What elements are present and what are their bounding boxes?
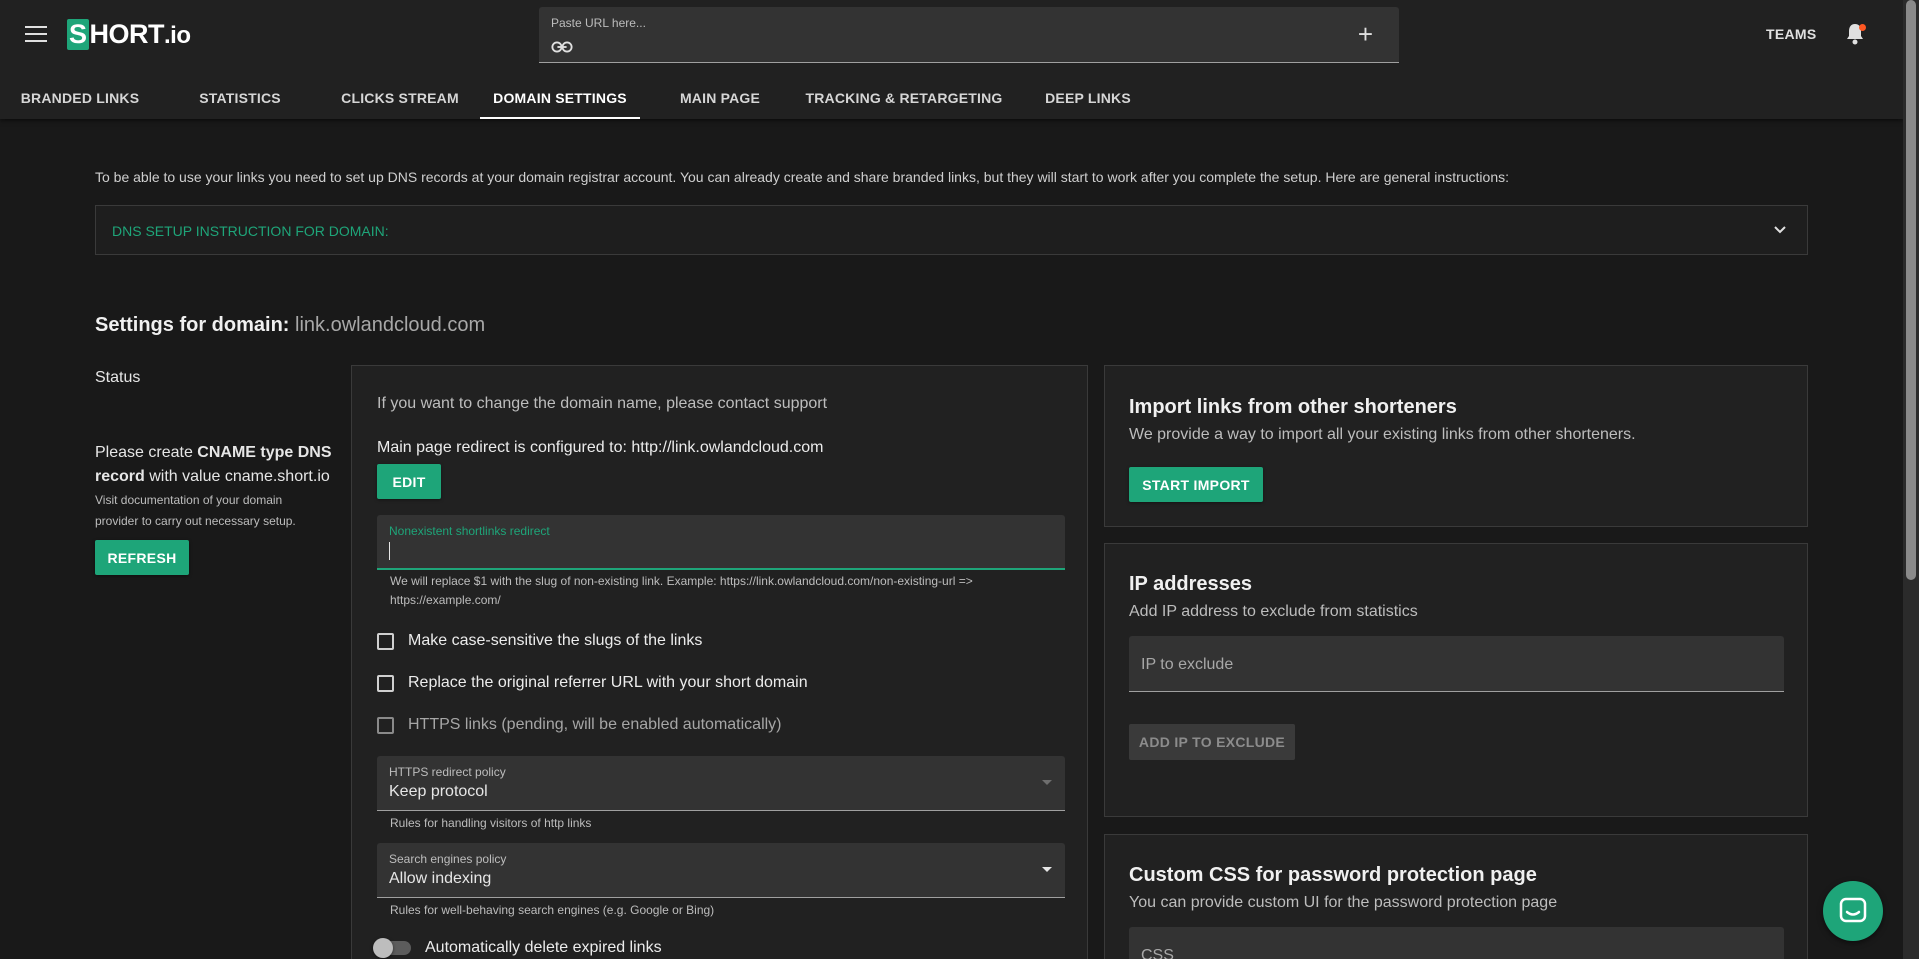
case-sensitive-label: Make case-sensitive the slugs of the lin… [408,632,703,649]
auto-delete-toggle[interactable] [373,938,411,958]
page-title: Settings for domain: link.owlandcloud.co… [95,314,485,337]
ip-addresses-card: IP addresses Add IP address to exclude f… [1104,543,1808,817]
nonexistent-redirect-input[interactable]: Nonexistent shortlinks redirect [377,515,1065,570]
text-caret [389,542,390,560]
nav-tabs: BRANDED LINKS STATISTICS CLICKS STREAM D… [0,76,1168,119]
import-card-subtitle: We provide a way to import all your exis… [1129,426,1636,443]
refresh-button[interactable]: REFRESH [95,540,189,575]
link-icon [551,41,573,53]
logo[interactable]: S HORT.io [67,19,191,50]
https-policy-label: HTTPS redirect policy [389,765,506,779]
https-links-label: HTTPS links (pending, will be enabled au… [408,716,782,733]
tab-branded-links[interactable]: BRANDED LINKS [0,76,160,119]
search-policy-helper: Rules for well-behaving search engines (… [390,903,715,917]
tab-statistics[interactable]: STATISTICS [160,76,320,119]
domain-settings-card: If you want to change the domain name, p… [351,365,1088,959]
cname-text-2: with value cname.short.io [144,468,330,485]
tab-tracking-retargeting[interactable]: TRACKING & RETARGETING [800,76,1008,119]
https-links-checkbox: HTTPS links (pending, will be enabled au… [377,716,782,734]
url-input-placeholder: Paste URL here... [551,16,646,30]
search-policy-label: Search engines policy [389,852,507,866]
referrer-label: Replace the original referrer URL with y… [408,674,808,691]
tab-clicks-stream[interactable]: CLICKS STREAM [320,76,480,119]
add-ip-button[interactable]: ADD IP TO EXCLUDE [1129,724,1295,760]
ip-exclude-placeholder: IP to exclude [1141,656,1234,673]
search-engines-policy-select[interactable]: Search engines policy Allow indexing [377,843,1065,898]
notification-badge [1859,24,1866,31]
cname-subtext: Visit documentation of your domain provi… [95,493,296,528]
dns-intro-text: To be able to use your links you need to… [95,169,1509,185]
tab-main-page[interactable]: MAIN PAGE [640,76,800,119]
chat-widget-button[interactable] [1823,881,1883,941]
search-policy-value: Allow indexing [389,870,492,887]
checkbox-box [377,716,394,734]
nonexistent-redirect-helper: We will replace $1 with the slug of non-… [390,574,973,607]
custom-css-card: Custom CSS for password protection page … [1104,834,1808,959]
menu-icon[interactable] [25,26,47,44]
custom-css-input[interactable]: CSS [1129,927,1784,959]
ip-card-title: IP addresses [1129,573,1253,595]
settings-domain: link.owlandcloud.com [295,314,486,336]
cname-instruction: Please create CNAME type DNS record with… [95,441,345,489]
toggle-knob [373,938,393,958]
logo-text: HORT [89,19,165,49]
auto-delete-label: Automatically delete expired links [425,939,662,956]
auto-delete-expired-row: Automatically delete expired links [373,938,662,958]
main-page-redirect-text: Main page redirect is configured to: htt… [377,439,824,456]
edit-button[interactable]: EDIT [377,464,441,499]
page-scrollbar[interactable] [1903,0,1919,959]
teams-button[interactable]: TEAMS [1766,26,1817,42]
dns-instruction-label: DNS SETUP INSTRUCTION FOR DOMAIN: [112,223,389,239]
checkbox-box[interactable] [377,632,394,650]
ip-card-subtitle: Add IP address to exclude from statistic… [1129,603,1418,620]
css-placeholder: CSS [1141,947,1174,959]
css-card-subtitle: You can provide custom UI for the passwo… [1129,894,1558,911]
https-redirect-policy-select[interactable]: HTTPS redirect policy Keep protocol [377,756,1065,811]
cname-text-1: Please create [95,444,198,461]
import-card-title: Import links from other shorteners [1129,396,1457,418]
chevron-down-icon[interactable] [1773,223,1787,237]
url-input[interactable]: Paste URL here... + [539,7,1399,63]
app-bar: S HORT.io Paste URL here... + TEAMS BRAND… [0,0,1903,119]
change-domain-note: If you want to change the domain name, p… [377,395,828,412]
import-links-card: Import links from other shorteners We pr… [1104,365,1808,527]
css-card-title: Custom CSS for password protection page [1129,864,1537,886]
case-sensitive-checkbox[interactable]: Make case-sensitive the slugs of the lin… [377,632,702,650]
tab-domain-settings[interactable]: DOMAIN SETTINGS [480,76,640,119]
https-policy-helper: Rules for handling visitors of http link… [390,816,592,830]
scrollbar-thumb[interactable] [1906,0,1916,580]
logo-suffix: .io [164,22,191,49]
add-link-button[interactable]: + [1358,21,1373,47]
referrer-checkbox[interactable]: Replace the original referrer URL with y… [377,674,808,692]
logo-mark: S [67,19,89,50]
nonexistent-redirect-label: Nonexistent shortlinks redirect [389,524,550,538]
checkbox-box[interactable] [377,674,394,692]
notifications-button[interactable] [1845,23,1866,45]
status-label: Status [95,369,141,386]
settings-title-prefix: Settings for domain: [95,314,290,336]
chat-icon [1839,897,1867,923]
start-import-button[interactable]: START IMPORT [1129,467,1263,502]
ip-exclude-input[interactable]: IP to exclude [1129,636,1784,692]
https-policy-value: Keep protocol [389,783,488,800]
dns-instruction-panel[interactable]: DNS SETUP INSTRUCTION FOR DOMAIN: [95,205,1808,255]
dropdown-arrow-icon [1042,867,1052,872]
dropdown-arrow-icon [1042,780,1052,785]
tab-deep-links[interactable]: DEEP LINKS [1008,76,1168,119]
